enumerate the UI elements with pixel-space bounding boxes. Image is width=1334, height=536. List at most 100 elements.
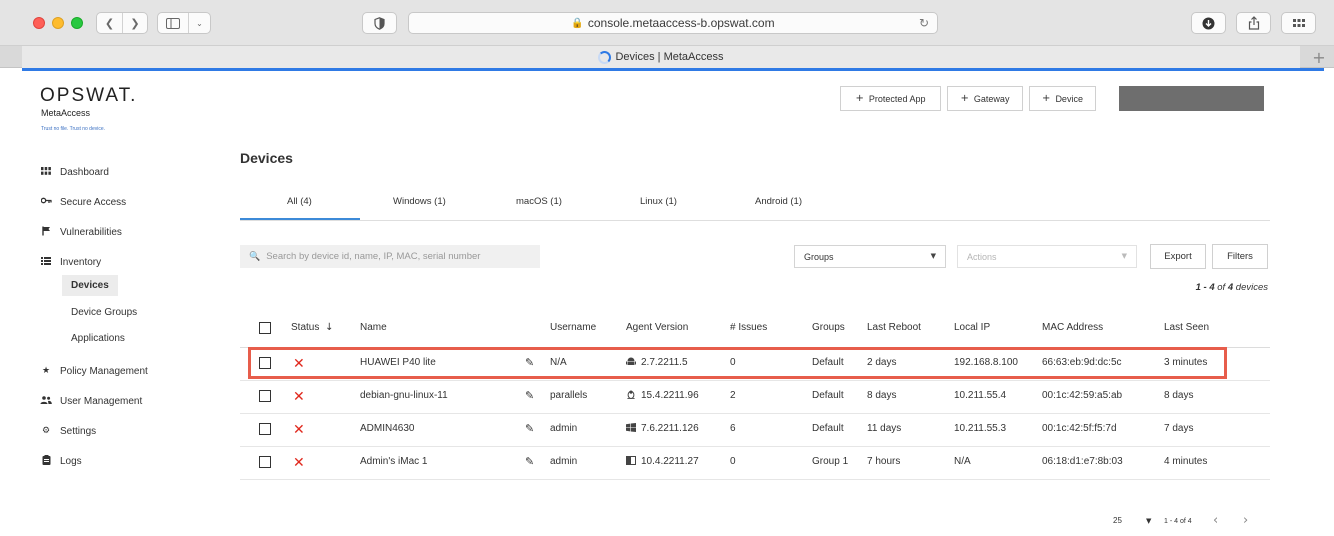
- flag-icon: [40, 226, 52, 239]
- history-nav: ❮ ❯: [96, 12, 148, 34]
- sidebar-subitem-devices[interactable]: Devices: [62, 275, 118, 296]
- groups-select[interactable]: Groups ▼: [794, 245, 946, 268]
- column-header-mac-address[interactable]: MAC Address: [1042, 322, 1103, 333]
- privacy-report-button[interactable]: [362, 12, 397, 34]
- tab-all[interactable]: All (4): [287, 196, 312, 207]
- next-page-icon[interactable]: ›: [1243, 513, 1248, 528]
- cell-last-reboot: 11 days: [867, 423, 902, 434]
- row-highlight-annotation: [248, 347, 1227, 379]
- actions-select-value: Actions: [967, 251, 997, 262]
- column-header-groups[interactable]: Groups: [812, 322, 845, 333]
- tab-linux[interactable]: Linux (1): [640, 196, 677, 207]
- share-button[interactable]: [1236, 12, 1271, 34]
- sidebar-subitem-applications[interactable]: Applications: [62, 328, 134, 349]
- sidebar-item-label: Inventory: [60, 256, 102, 268]
- column-header-agent-version[interactable]: Agent Version: [626, 322, 688, 333]
- agent-version-text: 7.6.2211.126: [641, 423, 699, 434]
- plus-icon: +: [1312, 47, 1326, 67]
- caret-down-icon[interactable]: ▼: [1146, 517, 1151, 525]
- key-icon: [40, 197, 52, 207]
- reload-icon[interactable]: ↻: [919, 16, 929, 30]
- add-protected-app-button[interactable]: + Protected App: [840, 86, 941, 111]
- cell-agent-version: 7.6.2211.126: [626, 423, 699, 434]
- account-menu-redacted[interactable]: [1119, 86, 1264, 111]
- zoom-window-button[interactable]: [71, 17, 83, 29]
- opswat-logo[interactable]: OPSWAT.: [40, 85, 137, 107]
- search-icon: 🔍: [249, 251, 261, 262]
- new-tab-button[interactable]: +: [1304, 46, 1334, 68]
- column-header-username[interactable]: Username: [550, 322, 596, 333]
- column-header-status[interactable]: Status ↓: [291, 322, 334, 333]
- lock-icon: 🔒: [571, 17, 584, 29]
- cell-local-ip: 10.211.55.4: [954, 390, 1007, 401]
- column-header-local-ip[interactable]: Local IP: [954, 322, 990, 333]
- row-divider: [240, 479, 1270, 480]
- sidebar-item-vulnerabilities[interactable]: Vulnerabilities: [40, 224, 122, 240]
- sidebar-item-logs[interactable]: Logs: [40, 453, 82, 469]
- row-divider: [240, 446, 1270, 447]
- browser-toolbar: ❮ ❯ ⌄ 🔒 console.metaaccess-b.opswat.com …: [0, 0, 1334, 46]
- add-gateway-button[interactable]: + Gateway: [947, 86, 1023, 111]
- address-bar[interactable]: 🔒 console.metaaccess-b.opswat.com ↻: [408, 12, 938, 34]
- count-suffix: devices: [1235, 282, 1268, 293]
- windows-icon: [626, 423, 636, 432]
- caret-down-icon: ▼: [1121, 252, 1127, 260]
- sidebar-menu-button[interactable]: ⌄: [188, 13, 210, 33]
- select-all-checkbox[interactable]: [259, 322, 271, 334]
- browser-tab-active[interactable]: Devices | MetaAccess: [22, 46, 1300, 68]
- sidebar-item-user-management[interactable]: User Management: [40, 393, 142, 409]
- column-header-name[interactable]: Name: [360, 322, 387, 333]
- button-label: Device: [1055, 93, 1083, 104]
- star-icon: ★: [41, 366, 51, 376]
- forward-button[interactable]: ❯: [122, 13, 147, 33]
- sidebar-item-inventory[interactable]: Inventory: [40, 254, 101, 270]
- button-label: Protected App: [868, 93, 926, 104]
- sidebar-item-secure-access[interactable]: Secure Access: [40, 194, 126, 210]
- sidebar-toggle-button[interactable]: [158, 13, 188, 33]
- tab-overview-button[interactable]: [1281, 12, 1316, 34]
- back-button[interactable]: ❮: [97, 13, 122, 33]
- downloads-button[interactable]: [1191, 12, 1226, 34]
- chevron-right-icon: ❯: [130, 16, 140, 30]
- cell-mac-address: 00:1c:42:5f:f5:7d: [1042, 423, 1117, 434]
- clipboard-icon: [40, 454, 52, 468]
- device-name-link[interactable]: ADMIN4630: [360, 423, 414, 434]
- minimize-window-button[interactable]: [52, 17, 64, 29]
- edit-pencil-icon[interactable]: ✎: [525, 423, 534, 435]
- device-name-link[interactable]: Admin's iMac 1: [360, 456, 428, 467]
- noncompliant-x-icon: ✕: [293, 422, 305, 438]
- cell-username: parallels: [550, 390, 588, 401]
- edit-pencil-icon[interactable]: ✎: [525, 390, 534, 402]
- sidebar-item-settings[interactable]: ⚙ Settings: [40, 423, 96, 439]
- row-divider: [240, 380, 1270, 381]
- sidebar-item-policy-management[interactable]: ★ Policy Management: [40, 363, 148, 379]
- sidebar-item-dashboard[interactable]: Dashboard: [40, 164, 109, 180]
- add-device-button[interactable]: + Device: [1029, 86, 1096, 111]
- prev-page-icon[interactable]: ‹: [1213, 513, 1218, 528]
- search-input[interactable]: [266, 251, 527, 262]
- edit-pencil-icon[interactable]: ✎: [525, 456, 534, 468]
- device-name-link[interactable]: debian-gnu-linux-11: [360, 390, 448, 401]
- page-size-select[interactable]: 25: [1113, 516, 1122, 525]
- groups-select-value: Groups: [804, 251, 834, 262]
- close-window-button[interactable]: [33, 17, 45, 29]
- tab-macos[interactable]: macOS (1): [516, 196, 562, 207]
- export-button[interactable]: Export: [1150, 244, 1206, 269]
- tab-windows[interactable]: Windows (1): [393, 196, 446, 207]
- column-header-last-reboot[interactable]: Last Reboot: [867, 322, 921, 333]
- agent-version-text: 10.4.2211.27: [641, 456, 699, 467]
- sidebar-item-label: User Management: [60, 395, 143, 407]
- row-checkbox[interactable]: [259, 456, 271, 468]
- actions-select[interactable]: Actions ▼: [957, 245, 1137, 268]
- cell-last-seen: 8 days: [1164, 390, 1194, 401]
- sidebar-subitem-device-groups[interactable]: Device Groups: [62, 302, 146, 323]
- row-checkbox[interactable]: [259, 423, 271, 435]
- column-header-last-seen[interactable]: Last Seen: [1164, 322, 1209, 333]
- row-checkbox[interactable]: [259, 390, 271, 402]
- column-header-issues[interactable]: # Issues: [730, 322, 767, 333]
- tab-android[interactable]: Android (1): [755, 196, 802, 207]
- sidebar-item-label: Settings: [60, 425, 97, 437]
- cell-local-ip: N/A: [954, 456, 971, 467]
- filters-button[interactable]: Filters: [1212, 244, 1268, 269]
- cell-issues: 6: [730, 423, 736, 434]
